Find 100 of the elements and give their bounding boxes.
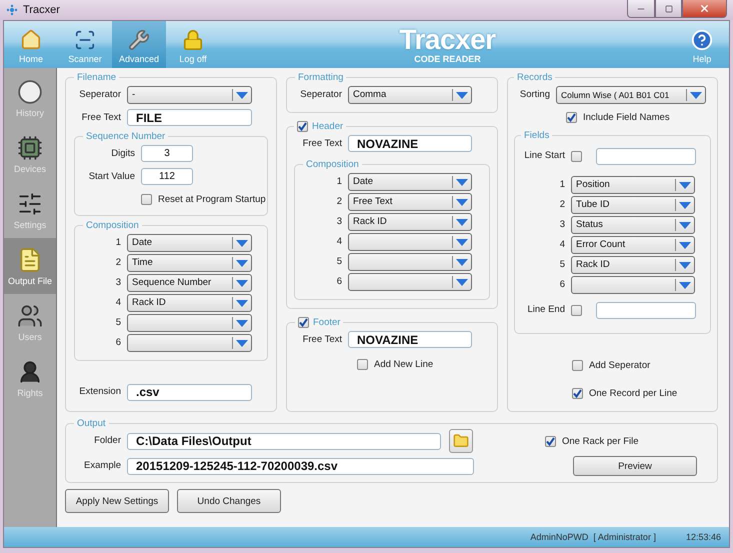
group-title: Output — [77, 418, 106, 429]
caret-icon — [675, 278, 694, 290]
check-icon — [298, 122, 307, 131]
wrench-icon — [128, 29, 150, 51]
group-title: Sequence Number — [86, 131, 166, 142]
dropdown[interactable]: Time — [127, 254, 252, 272]
text-field[interactable]: NOVAZINE — [348, 331, 472, 348]
checkbox[interactable] — [572, 388, 583, 398]
checkbox[interactable] — [298, 317, 309, 328]
lock-icon — [182, 29, 204, 51]
field-label: Free Text — [80, 112, 121, 124]
caret-icon — [686, 88, 705, 100]
slot-number: 4 — [558, 238, 565, 250]
dropdown[interactable] — [127, 334, 252, 352]
text-field[interactable]: .csv — [127, 384, 252, 400]
field-label: Seperator — [78, 88, 121, 100]
checkbox-label: One Record per Line — [589, 388, 678, 398]
slot-number: 4 — [114, 296, 121, 308]
caret-icon — [232, 88, 251, 100]
slot-number: 6 — [558, 278, 565, 290]
text-field[interactable] — [596, 302, 696, 318]
checkbox-label: Include Field Names — [583, 112, 670, 122]
users-icon — [17, 302, 43, 328]
checkbox[interactable] — [566, 112, 577, 122]
checkbox[interactable] — [141, 194, 152, 205]
dropdown[interactable]: Date — [348, 172, 472, 190]
field-label: Start Value — [88, 170, 135, 182]
dropdown[interactable]: - — [127, 86, 252, 104]
field-label: Digits — [110, 148, 135, 160]
text-field[interactable] — [596, 148, 696, 164]
dropdown[interactable]: Date — [127, 234, 252, 252]
folder-icon — [453, 433, 469, 449]
caret-icon — [452, 216, 471, 228]
caret-icon — [675, 198, 694, 210]
dropdown[interactable] — [348, 272, 472, 290]
text-field[interactable]: 20151209-125245-112-70200039.csv — [127, 458, 474, 474]
caret-icon — [452, 196, 471, 208]
dropdown[interactable]: Rack ID — [348, 212, 472, 230]
maximize-button[interactable] — [655, 0, 682, 18]
close-button[interactable] — [682, 0, 727, 18]
dropdown[interactable] — [571, 276, 695, 294]
slot-number: 2 — [336, 196, 342, 208]
group-title: Fields — [524, 130, 550, 141]
dropdown[interactable] — [348, 232, 472, 250]
status-user: AdminNoPWD [ Administrator ] — [530, 532, 656, 542]
group-title: Formatting — [298, 72, 344, 83]
slot-number: 1 — [558, 178, 565, 190]
check-icon — [573, 388, 582, 398]
dropdown[interactable]: Comma — [348, 86, 472, 104]
sliders-icon — [17, 190, 43, 216]
field-label: Line End — [526, 304, 565, 316]
checkbox-label: Add Seperator — [589, 360, 650, 370]
dropdown[interactable]: Error Count — [571, 236, 695, 254]
browse-button[interactable] — [449, 429, 473, 453]
field-label: Sorting — [518, 88, 550, 100]
field-label: Extension — [78, 386, 121, 398]
text-field[interactable]: FILE — [127, 109, 252, 126]
text-field[interactable]: C:\Data Files\Output — [127, 432, 441, 450]
text-field[interactable]: NOVAZINE — [348, 135, 472, 152]
action-button[interactable]: Undo Changes — [177, 489, 281, 513]
caret-icon — [452, 276, 471, 288]
slot-number: 5 — [336, 256, 342, 268]
group-title: Composition — [306, 159, 359, 170]
close-icon — [699, 3, 710, 14]
field-label: Line Start — [523, 150, 565, 162]
field-label: Folder — [93, 435, 121, 447]
checkbox[interactable] — [571, 150, 582, 162]
slot-number: 3 — [114, 276, 121, 288]
dropdown[interactable]: Free Text — [348, 192, 472, 210]
minimize-button[interactable] — [627, 0, 655, 18]
checkbox[interactable] — [357, 359, 368, 370]
dropdown[interactable]: Sequence Number — [127, 274, 252, 292]
checkbox[interactable] — [571, 304, 582, 316]
dropdown[interactable] — [348, 252, 472, 270]
status-time: 12:53:46 — [686, 532, 721, 542]
check-icon — [546, 436, 555, 446]
checkbox[interactable] — [545, 436, 556, 446]
dropdown[interactable]: Tube ID — [571, 196, 695, 214]
logo-text: Tracxer — [399, 26, 496, 54]
dropdown[interactable]: Position — [571, 176, 695, 194]
dropdown[interactable]: Column Wise ( A01 B01 C01 — [556, 86, 706, 104]
dropdown[interactable]: Status — [571, 216, 695, 234]
caret-icon — [452, 88, 471, 100]
dropdown[interactable]: Rack ID — [571, 256, 695, 274]
number-field[interactable]: 112 — [141, 168, 193, 185]
checkbox-label: One Rack per File — [562, 436, 639, 446]
preview-button[interactable]: Preview — [573, 456, 697, 476]
checkbox[interactable] — [297, 121, 308, 132]
checkbox[interactable] — [572, 360, 583, 370]
action-button[interactable]: Apply New Settings — [65, 489, 169, 513]
field-label: Seperator — [299, 88, 342, 100]
app-icon — [6, 4, 18, 16]
slot-number: 5 — [558, 258, 565, 270]
slot-number: 2 — [114, 256, 121, 268]
dropdown[interactable] — [127, 314, 252, 332]
number-field[interactable]: 3 — [141, 145, 193, 162]
group-title: Filename — [77, 72, 116, 83]
field-label: Example — [83, 460, 121, 472]
dropdown[interactable]: Rack ID — [127, 294, 252, 312]
caret-icon — [232, 316, 251, 328]
